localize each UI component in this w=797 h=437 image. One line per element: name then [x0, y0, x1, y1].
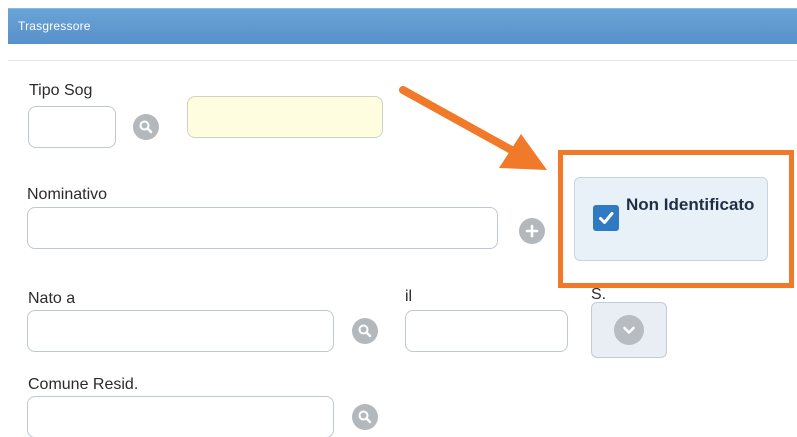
- nato-a-label: Nato a: [28, 290, 76, 307]
- sesso-select[interactable]: [591, 302, 667, 358]
- checkmark-icon: [599, 212, 614, 224]
- comune-resid-field[interactable]: [27, 396, 334, 437]
- tipo-sog-input[interactable]: [29, 107, 115, 147]
- section-title: Trasgressore: [18, 19, 91, 33]
- comune-resid-search-button[interactable]: [352, 404, 378, 430]
- non-identificato-checkbox[interactable]: [593, 205, 619, 231]
- tipo-sog-label: Tipo Sog: [29, 82, 93, 99]
- top-strip: [0, 0, 797, 8]
- add-nominativo-button[interactable]: [519, 218, 545, 244]
- nato-a-input[interactable]: [28, 311, 333, 351]
- tipo-sog-description-input[interactable]: [188, 97, 382, 137]
- tipo-sog-description-field[interactable]: [187, 96, 383, 138]
- nato-a-search-button[interactable]: [352, 318, 378, 344]
- nominativo-input[interactable]: [28, 208, 497, 248]
- tipo-sog-field[interactable]: [28, 106, 116, 148]
- header-divider: [8, 60, 797, 61]
- section-header: Trasgressore: [8, 8, 797, 44]
- nato-a-field[interactable]: [27, 310, 334, 352]
- nominativo-field[interactable]: [27, 207, 498, 249]
- tipo-sog-search-button[interactable]: [133, 114, 159, 140]
- arrow-icon: [399, 86, 547, 170]
- chevron-down-icon: [623, 326, 635, 334]
- il-input[interactable]: [406, 311, 567, 351]
- sesso-dropdown-button[interactable]: [614, 315, 644, 345]
- plus-icon: [525, 224, 539, 238]
- search-icon: [139, 120, 153, 134]
- search-icon: [358, 324, 372, 338]
- comune-resid-input[interactable]: [28, 397, 333, 437]
- il-label: il: [405, 288, 413, 305]
- non-identificato-label[interactable]: Non Identificato: [626, 193, 756, 217]
- nominativo-label: Nominativo: [27, 186, 108, 203]
- il-field[interactable]: [405, 310, 568, 352]
- comune-resid-label: Comune Resid.: [28, 376, 139, 393]
- search-icon: [358, 410, 372, 424]
